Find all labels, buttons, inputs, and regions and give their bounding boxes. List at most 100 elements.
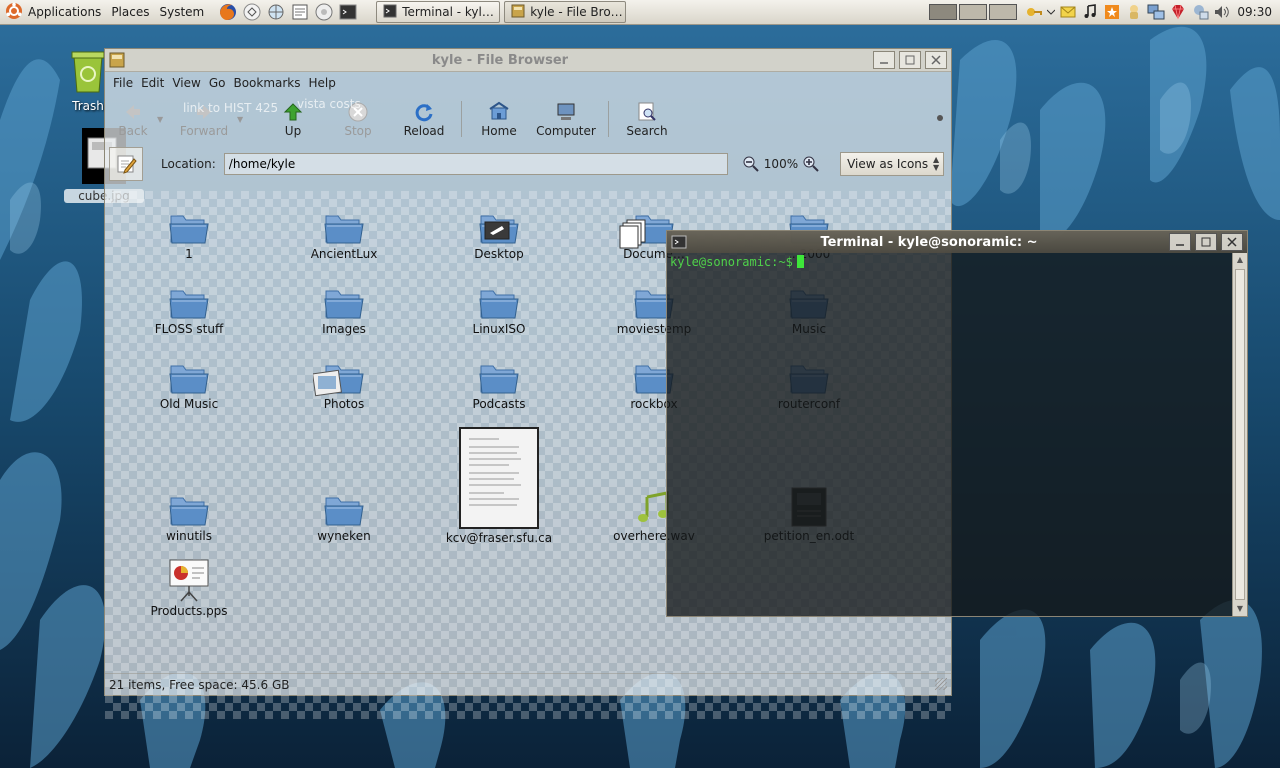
home-button[interactable]: Home — [468, 96, 530, 142]
file-browser-icon — [511, 4, 525, 21]
file-item[interactable]: Podcasts — [434, 349, 564, 411]
terminal-output[interactable]: kyle@sonoramic:~$ — [667, 253, 1233, 616]
maximize-button[interactable] — [899, 51, 921, 69]
file-item[interactable]: 1 — [124, 199, 254, 261]
close-button[interactable] — [1221, 233, 1243, 251]
file-item-label: Photos — [323, 397, 365, 411]
file-browser-titlebar[interactable]: kyle - File Browser — [105, 49, 951, 72]
minimize-button[interactable] — [1169, 233, 1191, 251]
file-item[interactable]: Photos — [279, 349, 409, 411]
menu-view[interactable]: View — [172, 76, 200, 90]
workspace-2[interactable] — [959, 4, 988, 20]
zoom-level[interactable]: 100% — [764, 157, 798, 171]
applications-menu-label: Applications — [28, 5, 102, 19]
file-item[interactable]: FLOSS stuff — [124, 274, 254, 336]
file-item-label: winutils — [166, 529, 212, 543]
file-item[interactable]: kcv@fraser.sfu.ca — [434, 427, 564, 545]
folder-icon — [124, 349, 254, 395]
forward-button-label: Forward — [179, 124, 229, 138]
file-item-label: Products.pps — [150, 604, 228, 618]
file-item[interactable]: LinuxISO — [434, 274, 564, 336]
file-item[interactable]: winutils — [124, 481, 254, 543]
terminal-titlebar[interactable]: Terminal - kyle@sonoramic: ~ — [667, 231, 1247, 253]
places-menu[interactable]: Places — [107, 0, 155, 24]
close-button[interactable] — [925, 51, 947, 69]
folder-icon — [279, 274, 409, 320]
location-label: Location: — [161, 157, 216, 171]
file-item-label: FLOSS stuff — [154, 322, 224, 336]
update-icon[interactable] — [1101, 1, 1123, 23]
forward-history-chevron-icon[interactable]: ▼ — [237, 115, 263, 124]
file-item[interactable]: Products.pps — [124, 556, 254, 618]
folder-icon — [434, 274, 564, 320]
taskbar-terminal-label: Terminal - kyl… — [402, 5, 494, 19]
file-item[interactable]: Desktop — [434, 199, 564, 261]
hand-icon[interactable] — [1123, 1, 1145, 23]
edit-location-button[interactable] — [109, 147, 143, 181]
music-icon[interactable] — [1079, 1, 1101, 23]
back-button-label: Back — [118, 124, 148, 138]
file-item[interactable]: wyneken — [279, 481, 409, 543]
document-icon — [434, 427, 564, 529]
workspace-3[interactable] — [989, 4, 1018, 20]
terminal-title: Terminal - kyle@sonoramic: ~ — [820, 234, 1038, 250]
user-icon[interactable] — [1189, 1, 1211, 23]
ruby-icon[interactable] — [1167, 1, 1189, 23]
status-bar: 21 items, Free space: 45.6 GB — [105, 673, 951, 695]
workspace-1[interactable] — [929, 4, 958, 20]
folder-icon — [279, 199, 409, 245]
search-button[interactable]: Search — [615, 96, 679, 142]
pencil-note-icon — [117, 155, 137, 174]
network-manager-icon[interactable] — [1145, 1, 1167, 23]
file-item-label: Images — [322, 322, 366, 336]
network-icon[interactable] — [264, 0, 288, 24]
menu-bookmarks[interactable]: Bookmarks — [233, 76, 300, 90]
help-icon[interactable] — [312, 0, 336, 24]
applications-menu[interactable]: Applications — [0, 0, 107, 24]
terminal-window-icon[interactable] — [671, 234, 689, 250]
maximize-button[interactable] — [1195, 233, 1217, 251]
computer-button-label: Computer — [536, 124, 596, 138]
taskbar-terminal[interactable]: Terminal - kyl… — [376, 1, 501, 23]
evolution-icon[interactable] — [240, 0, 264, 24]
scroll-down-icon[interactable]: ▼ — [1233, 602, 1247, 616]
computer-icon — [555, 100, 577, 124]
back-history-chevron-icon[interactable]: ▼ — [157, 115, 171, 124]
volume-icon[interactable] — [1211, 1, 1233, 23]
search-button-label: Search — [626, 124, 668, 138]
file-item[interactable]: AncientLux — [279, 199, 409, 261]
file-browser-window-icon[interactable] — [109, 52, 127, 68]
keys-icon[interactable] — [1023, 1, 1045, 23]
file-item[interactable]: Images — [279, 274, 409, 336]
firefox-icon[interactable] — [216, 0, 240, 24]
reload-button[interactable]: Reload — [393, 96, 455, 142]
zoom-in-button[interactable] — [802, 155, 820, 173]
scrollbar-thumb[interactable] — [1235, 269, 1245, 600]
resize-grip-icon[interactable] — [935, 678, 947, 690]
system-menu-label: System — [159, 5, 205, 19]
back-button[interactable]: Back — [109, 96, 157, 142]
taskbar-file-browser[interactable]: kyle - File Bro… — [504, 1, 627, 23]
text-editor-icon[interactable] — [288, 0, 312, 24]
minimize-button[interactable] — [873, 51, 895, 69]
location-input[interactable] — [223, 153, 728, 175]
chevron-down-icon[interactable] — [1045, 1, 1057, 23]
menu-go[interactable]: Go — [209, 76, 226, 90]
scroll-up-icon[interactable]: ▲ — [1233, 253, 1247, 267]
clock[interactable]: 09:30 — [1233, 5, 1280, 19]
menu-edit[interactable]: Edit — [141, 76, 164, 90]
notification-area: 09:30 — [929, 0, 1280, 24]
menu-file[interactable]: File — [113, 76, 133, 90]
view-mode-select[interactable]: View as Icons ▲ ▼ — [840, 152, 945, 176]
menu-help[interactable]: Help — [309, 76, 336, 90]
computer-button[interactable]: Computer — [530, 96, 602, 142]
mail-icon[interactable] — [1057, 1, 1079, 23]
zoom-out-button[interactable] — [742, 155, 760, 173]
terminal-scrollbar[interactable]: ▲ ▼ — [1232, 253, 1247, 616]
system-menu[interactable]: System — [155, 0, 210, 24]
terminal-icon[interactable] — [336, 0, 360, 24]
file-item-label: Old Music — [159, 397, 219, 411]
file-item[interactable]: Old Music — [124, 349, 254, 411]
file-item-label: AncientLux — [310, 247, 378, 261]
places-menu-label: Places — [111, 5, 150, 19]
